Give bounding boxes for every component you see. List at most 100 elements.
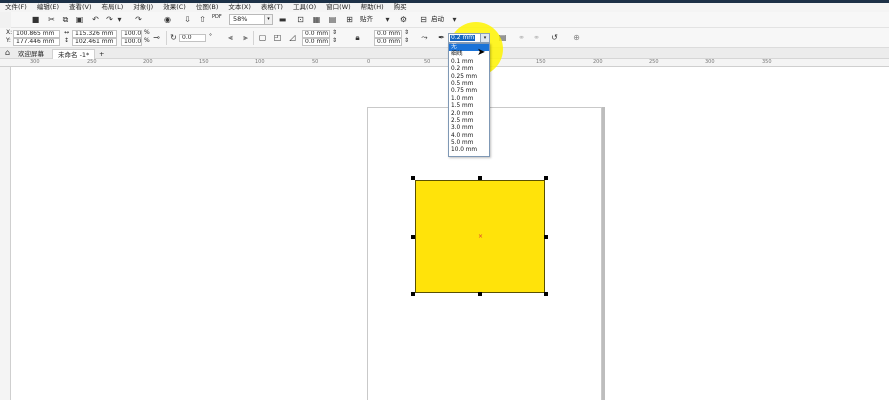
ruler-tick-label: 250 bbox=[87, 59, 97, 65]
snap-icon[interactable]: ⊞ bbox=[344, 14, 355, 25]
menu-help[interactable]: 帮助(H) bbox=[356, 3, 389, 12]
selection-handle[interactable] bbox=[478, 176, 482, 180]
selection-handle[interactable] bbox=[411, 176, 415, 180]
outline-option[interactable]: 2.0 mm bbox=[449, 111, 489, 118]
paste-icon[interactable]: ▣ bbox=[74, 14, 85, 25]
chevron-down-icon[interactable]: ▾ bbox=[449, 14, 460, 25]
save-icon[interactable]: ■ bbox=[30, 14, 41, 25]
outline-width-value[interactable]: 0.2 mm bbox=[450, 35, 476, 41]
menu-edit[interactable]: 编辑(E) bbox=[32, 3, 64, 12]
show-guidelines-icon[interactable]: ▤ bbox=[327, 14, 338, 25]
home-icon[interactable]: ⌂ bbox=[3, 48, 12, 57]
scale-width-field[interactable]: 100.0 bbox=[121, 30, 142, 38]
mirror-horizontal-icon[interactable]: ⫷ bbox=[225, 32, 236, 43]
ruler-tick-label: 250 bbox=[649, 59, 659, 65]
menu-object[interactable]: 对象(J) bbox=[128, 3, 158, 12]
mouse-pointer-icon: ➤ bbox=[477, 47, 486, 58]
pdf-icon[interactable]: PDF bbox=[212, 13, 222, 22]
selection-handle[interactable] bbox=[411, 235, 415, 239]
spin-icon[interactable]: ⇕ bbox=[332, 37, 337, 45]
outline-option[interactable]: 0.5 mm bbox=[449, 81, 489, 88]
relative-scaling-icon[interactable]: ⤳ bbox=[419, 32, 430, 43]
horizontal-ruler[interactable]: 300 250 200 150 100 50 0 50 100 150 200 … bbox=[0, 59, 889, 67]
property-bar: X: 100.865 mm Y: 177.446 mm ↔ 115.326 mm… bbox=[0, 28, 889, 48]
snap-to-menu[interactable]: 贴齐 bbox=[360, 15, 373, 24]
launch-icon[interactable]: ⊟ bbox=[418, 14, 429, 25]
menu-window[interactable]: 窗口(W) bbox=[321, 3, 356, 12]
outline-option[interactable]: 0.75 mm bbox=[449, 88, 489, 95]
corner-radius-top-left[interactable]: 0.0 mm bbox=[302, 30, 330, 38]
x-position-field[interactable]: 100.865 mm bbox=[13, 30, 60, 38]
search-content-icon[interactable]: ◉ bbox=[162, 14, 173, 25]
corner-radius-top-right[interactable]: 0.0 mm bbox=[374, 30, 402, 38]
outline-option[interactable]: 0.1 mm bbox=[449, 59, 489, 66]
undo-icon[interactable]: ↶ bbox=[90, 14, 101, 25]
selection-handle[interactable] bbox=[411, 292, 415, 296]
lock-ratio-icon[interactable]: ⊸ bbox=[151, 32, 162, 43]
width-field[interactable]: 115.326 mm bbox=[72, 30, 117, 38]
selection-handle[interactable] bbox=[478, 292, 482, 296]
outline-option[interactable]: 10.0 mm bbox=[449, 147, 489, 154]
gear-icon[interactable]: ⚙ bbox=[398, 14, 409, 25]
selection-handle[interactable] bbox=[544, 292, 548, 296]
to-front-icon[interactable]: ⚭ bbox=[516, 32, 527, 43]
spin-icon[interactable]: ⇕ bbox=[404, 29, 409, 37]
to-back-icon[interactable]: ⚭ bbox=[531, 32, 542, 43]
outline-option[interactable]: 1.0 mm bbox=[449, 96, 489, 103]
outline-option[interactable]: 0.2 mm bbox=[449, 66, 489, 73]
outline-option[interactable]: 4.0 mm bbox=[449, 133, 489, 140]
outline-option[interactable]: 1.5 mm bbox=[449, 103, 489, 110]
scale-height-field[interactable]: 100.0 bbox=[121, 38, 142, 46]
cut-icon[interactable]: ✂ bbox=[46, 14, 57, 25]
convert-to-curves-icon[interactable]: ↺ bbox=[549, 32, 560, 43]
chamfer-corner-icon[interactable]: ◿ bbox=[287, 32, 298, 43]
round-corner-icon[interactable]: ▢ bbox=[257, 32, 268, 43]
menu-view[interactable]: 查看(V) bbox=[64, 3, 97, 12]
chevron-down-icon[interactable]: ▾ bbox=[264, 15, 272, 24]
menu-file[interactable]: 文件(F) bbox=[0, 3, 32, 12]
export-icon[interactable]: ⇧ bbox=[197, 14, 208, 25]
corner-radius-bottom-left[interactable]: 0.0 mm bbox=[302, 38, 330, 46]
menu-tools[interactable]: 工具(O) bbox=[288, 3, 321, 12]
undo-dropdown-icon[interactable]: ▾ bbox=[114, 14, 125, 25]
vertical-ruler[interactable] bbox=[0, 67, 11, 400]
tab-untitled-1[interactable]: 未命名 -1* bbox=[52, 49, 96, 59]
mirror-vertical-icon[interactable]: ⫸ bbox=[240, 32, 251, 43]
show-grid-icon[interactable]: ▦ bbox=[311, 14, 322, 25]
spin-icon[interactable]: ⇕ bbox=[332, 29, 337, 37]
y-position-field[interactable]: 177.446 mm bbox=[13, 38, 60, 46]
height-field[interactable]: 102.461 mm bbox=[72, 38, 117, 46]
new-tab-button[interactable]: + bbox=[94, 49, 109, 59]
corner-radius-bottom-right[interactable]: 0.0 mm bbox=[374, 38, 402, 46]
chevron-down-icon[interactable]: ▾ bbox=[382, 14, 393, 25]
show-rulers-icon[interactable]: ⊡ bbox=[295, 14, 306, 25]
scallop-corner-icon[interactable]: ◰ bbox=[272, 32, 283, 43]
spin-icon[interactable]: ⇕ bbox=[404, 37, 409, 45]
selection-handle[interactable] bbox=[544, 176, 548, 180]
lock-icon[interactable]: 🔒︎ bbox=[352, 32, 363, 43]
zoom-level-value: 58% bbox=[233, 15, 248, 23]
menu-bitmaps[interactable]: 位图(B) bbox=[191, 3, 224, 12]
outline-width-select[interactable]: 0.2 mm ▾ bbox=[448, 33, 490, 43]
outline-option[interactable]: 3.0 mm bbox=[449, 125, 489, 132]
rotation-field[interactable]: 0.0 bbox=[179, 34, 206, 42]
rotate-icon: ↻ bbox=[170, 33, 177, 42]
add-icon[interactable]: ⊕ bbox=[571, 32, 582, 43]
menu-text[interactable]: 文本(X) bbox=[223, 3, 256, 12]
import-icon[interactable]: ⇩ bbox=[182, 14, 193, 25]
chevron-down-icon[interactable]: ▾ bbox=[480, 34, 489, 42]
redo-dropdown-icon[interactable]: ↷ bbox=[133, 14, 144, 25]
zoom-level-select[interactable]: 58% ▾ bbox=[229, 14, 273, 25]
menu-layout[interactable]: 布局(L) bbox=[97, 3, 129, 12]
full-screen-icon[interactable]: ▬ bbox=[277, 14, 288, 25]
copy-icon[interactable]: ⧉ bbox=[60, 14, 71, 25]
outline-option[interactable]: 5.0 mm bbox=[449, 140, 489, 147]
selection-handle[interactable] bbox=[544, 235, 548, 239]
outline-option[interactable]: 0.25 mm bbox=[449, 74, 489, 81]
launch-menu[interactable]: 启动 bbox=[431, 15, 444, 24]
outline-option[interactable]: 2.5 mm bbox=[449, 118, 489, 125]
tab-welcome-screen[interactable]: 欢迎屏幕 bbox=[13, 49, 49, 59]
menu-buy[interactable]: 购买 bbox=[389, 3, 412, 12]
menu-table[interactable]: 表格(T) bbox=[256, 3, 288, 12]
menu-effects[interactable]: 效果(C) bbox=[158, 3, 191, 12]
